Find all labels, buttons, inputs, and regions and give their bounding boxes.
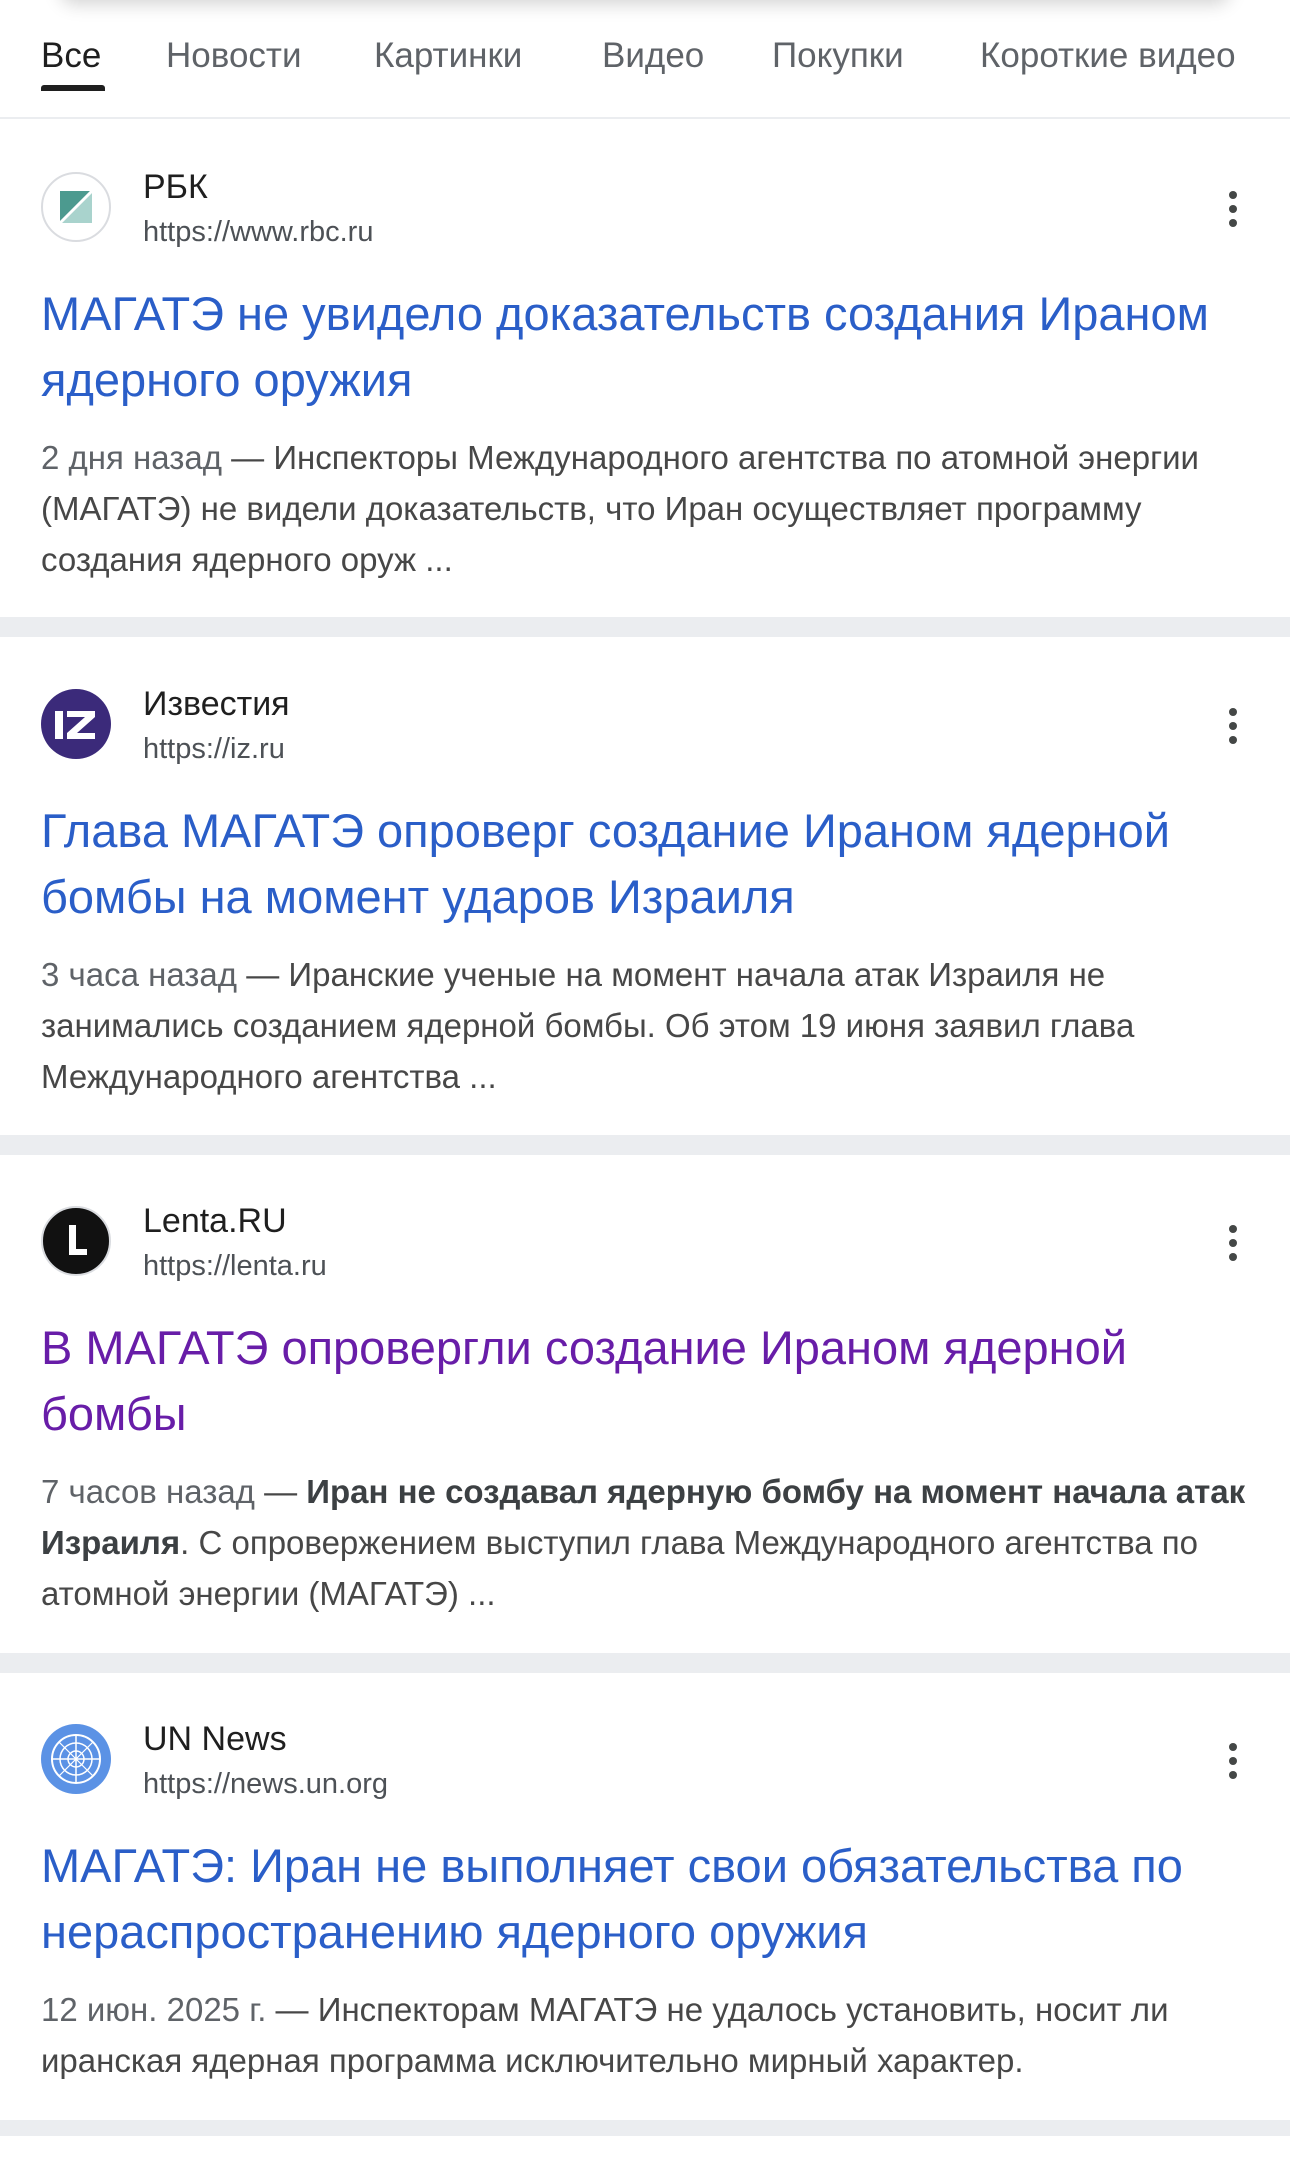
search-result: Известия https://iz.ru Глава МАГАТЭ опро…: [0, 638, 1290, 1124]
izvestia-icon[interactable]: [41, 689, 111, 759]
active-tab-indicator: [41, 85, 105, 91]
snippet-dash: —: [221, 439, 274, 476]
tab-all[interactable]: Все: [41, 34, 101, 78]
search-result: Lenta.RU https://lenta.ru В МАГАТЭ опров…: [0, 1155, 1290, 1641]
site-url[interactable]: https://iz.ru: [143, 731, 285, 767]
site-name[interactable]: РБК: [143, 166, 208, 208]
result-date: 12 июн. 2025 г.: [41, 1991, 267, 2028]
site-name[interactable]: Известия: [143, 683, 290, 725]
site-url[interactable]: https://lenta.ru: [143, 1248, 327, 1284]
site-url[interactable]: https://www.rbc.ru: [143, 214, 373, 250]
result-snippet: 7 часов назад — Иран не создавал ядерную…: [41, 1466, 1256, 1619]
tab-videos[interactable]: Видео: [602, 34, 704, 78]
result-separator: [0, 617, 1290, 637]
result-date: 7 часов назад: [41, 1473, 255, 1510]
result-snippet: 12 июн. 2025 г. — Инспекторам МАГАТЭ не …: [41, 1984, 1256, 2086]
tab-short-videos[interactable]: Короткие видео: [980, 34, 1236, 78]
result-separator: [0, 2120, 1290, 2136]
more-options-icon[interactable]: [1216, 1221, 1250, 1265]
result-separator: [0, 1135, 1290, 1155]
tab-images[interactable]: Картинки: [374, 34, 522, 78]
search-tabs: Все Новости Картинки Видео Покупки Корот…: [0, 0, 1290, 119]
rbc-icon[interactable]: [41, 172, 111, 242]
result-date: 3 часа назад: [41, 956, 238, 993]
site-url[interactable]: https://news.un.org: [143, 1766, 388, 1802]
result-separator: [0, 1653, 1290, 1673]
tab-shopping[interactable]: Покупки: [772, 34, 904, 78]
result-title-link[interactable]: В МАГАТЭ опровергли создание Ираном ядер…: [41, 1315, 1256, 1447]
site-name[interactable]: Lenta.RU: [143, 1200, 287, 1242]
un-icon[interactable]: [41, 1724, 111, 1794]
snippet-dash: —: [266, 1991, 318, 2028]
lenta-icon[interactable]: [41, 1206, 111, 1276]
snippet-dash: —: [237, 956, 289, 993]
result-snippet: 2 дня назад — Инспекторы Международного …: [41, 432, 1256, 585]
search-result: РБК https://www.rbc.ru МАГАТЭ не увидело…: [0, 121, 1290, 607]
result-title-link[interactable]: МАГАТЭ: Иран не выполняет свои обязатель…: [41, 1833, 1256, 1965]
tab-news[interactable]: Новости: [166, 34, 302, 78]
result-snippet: 3 часа назад — Иранские ученые на момент…: [41, 949, 1256, 1102]
site-name[interactable]: UN News: [143, 1718, 287, 1760]
result-date: 2 дня назад: [41, 439, 222, 476]
result-title-link[interactable]: Глава МАГАТЭ опроверг создание Ираном яд…: [41, 798, 1256, 930]
snippet-dash: —: [254, 1473, 307, 1510]
search-result: UN News https://news.un.org МАГАТЭ: Иран…: [0, 1673, 1290, 2159]
snippet-text: . С опровержением выступил глава Междуна…: [41, 1524, 1199, 1612]
result-title-link[interactable]: МАГАТЭ не увидело доказательств создания…: [41, 281, 1256, 413]
more-options-icon[interactable]: [1216, 704, 1250, 748]
more-options-icon[interactable]: [1216, 1739, 1250, 1783]
more-options-icon[interactable]: [1216, 187, 1250, 231]
